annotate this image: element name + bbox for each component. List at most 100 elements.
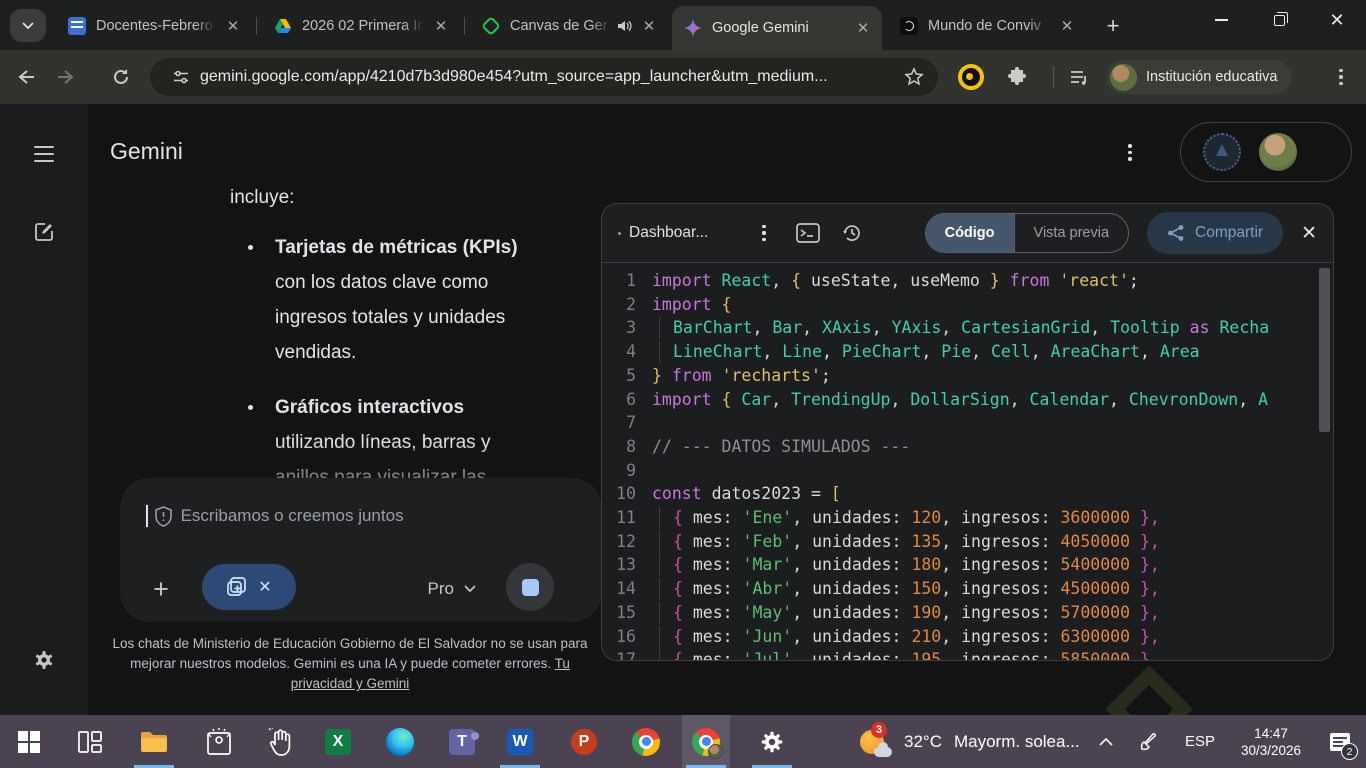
stop-generating-button[interactable] (506, 563, 554, 611)
browser-tab-strip: Docentes-Febrero ✕ 2026 02 Primera In ✕ … (0, 0, 1366, 50)
chrome-active-button[interactable] (682, 715, 730, 768)
teams-icon: T (449, 729, 475, 755)
tray-expand-button[interactable] (1086, 715, 1126, 768)
share-icon (1167, 224, 1185, 242)
powerpoint-button[interactable]: P (560, 715, 608, 768)
panel-menu-kebab-icon[interactable] (747, 216, 781, 250)
settings-button[interactable] (26, 642, 62, 678)
profile-label: Institución educativa (1146, 69, 1277, 85)
tab-google-gemini[interactable]: Google Gemini ✕ (672, 6, 882, 50)
canvas-chip-close-icon[interactable]: ✕ (258, 577, 271, 597)
gemini-menu-kebab-icon[interactable] (1128, 144, 1132, 161)
browser-menu-kebab-icon[interactable] (1328, 64, 1354, 90)
tab-close-icon[interactable]: ✕ (854, 19, 872, 37)
tab-drive-file[interactable]: 2026 02 Primera In ✕ (262, 8, 460, 44)
file-explorer-button[interactable] (130, 715, 178, 768)
new-tab-button[interactable]: + (1098, 11, 1128, 41)
prompt-input-box[interactable]: Escribamos o creemos juntos + ✕ Pro (120, 478, 602, 622)
tab-close-icon[interactable]: ✕ (640, 17, 658, 35)
tab-separator (464, 17, 465, 35)
menu-hamburger-button[interactable] (26, 136, 62, 172)
clock[interactable]: 14:47 30/3/2026 (1228, 715, 1314, 768)
bullet-text: Tarjetas de métricas (KPIs) con los dato… (275, 230, 530, 370)
settings-app-button[interactable] (748, 715, 796, 768)
adblock-extension-icon[interactable] (958, 64, 984, 90)
console-icon[interactable] (791, 216, 825, 250)
share-label: Compartir (1195, 224, 1263, 242)
weather-sun-icon: 3 (858, 726, 892, 758)
back-button[interactable] (8, 60, 42, 94)
canvas-mode-chip[interactable]: ✕ (202, 564, 296, 610)
windows-logo-icon (17, 730, 41, 754)
tab-close-icon[interactable]: ✕ (1058, 17, 1076, 35)
chrome-button[interactable] (622, 715, 670, 768)
code-line: 8// --- DATOS SIMULADOS --- (602, 435, 1333, 459)
back-arrow-icon (15, 67, 35, 87)
canvas-code-panel: Dashboar... Código Vista previa Comparti… (601, 203, 1334, 661)
canvas-document-title[interactable]: Dashboar... (629, 224, 737, 242)
window-restore-button[interactable] (1250, 0, 1308, 40)
account-chip[interactable] (1180, 122, 1352, 182)
version-history-icon[interactable] (835, 216, 869, 250)
new-chat-pencil-icon (32, 220, 56, 244)
url-bar[interactable]: gemini.google.com/app/4210d7b3d980e454?u… (150, 58, 938, 96)
tab-canvas[interactable]: Canvas de Ger ✕ (470, 8, 668, 44)
edge-button[interactable] (376, 715, 424, 768)
sandbox-app-button[interactable] (195, 715, 243, 768)
time: 14:47 (1254, 725, 1288, 742)
whiteboard-app-button[interactable] (257, 715, 305, 768)
tab-codigo[interactable]: Código (926, 214, 1014, 252)
prompt-placeholder-row: Escribamos o creemos juntos (146, 505, 404, 527)
code-editor[interactable]: 1import React, { useState, useMemo } fro… (602, 262, 1333, 660)
code-line: 5} from 'recharts'; (602, 364, 1333, 388)
prompt-placeholder: Escribamos o creemos juntos (181, 506, 404, 526)
window-controls: ✕ (1192, 0, 1366, 40)
tab-title: 2026 02 Primera In (302, 18, 424, 34)
tab-search-button[interactable] (10, 9, 46, 42)
word-button[interactable]: W (496, 715, 544, 768)
start-button[interactable] (5, 715, 53, 768)
tab-docentes-febrero[interactable]: Docentes-Febrero ✕ (56, 8, 252, 44)
temperature: 32°C (904, 732, 942, 752)
code-line: 6import { Car, TrendingUp, DollarSign, C… (602, 388, 1333, 412)
task-view-button[interactable] (66, 715, 114, 768)
tab-vista-previa[interactable]: Vista previa (1014, 214, 1129, 252)
browser-profile-chip[interactable]: Institución educativa (1106, 60, 1291, 94)
weather-badge: 3 (871, 722, 887, 738)
tab-close-icon[interactable]: ✕ (224, 17, 242, 35)
window-minimize-button[interactable] (1192, 0, 1250, 40)
weather-widget[interactable]: 3 32°C Mayorm. solea... (858, 715, 1080, 768)
panel-close-icon[interactable]: ✕ (1301, 222, 1317, 245)
excel-button[interactable]: X (314, 715, 362, 768)
add-attachment-button[interactable]: + (144, 572, 178, 606)
chevron-down-icon (464, 585, 476, 593)
teams-button[interactable]: T (438, 715, 486, 768)
extensions-puzzle-icon[interactable] (1004, 64, 1030, 90)
code-line: 1import React, { useState, useMemo } fro… (602, 269, 1333, 293)
site-info-icon[interactable] (172, 68, 190, 86)
tab-close-icon[interactable]: ✕ (432, 17, 450, 35)
action-center-button[interactable]: 2 (1314, 715, 1366, 768)
code-scrollbar-thumb[interactable] (1319, 268, 1330, 432)
media-queue-icon[interactable] (1066, 64, 1092, 90)
tab-mundo-de-convivencia[interactable]: Mundo de Conviv ✕ (888, 8, 1086, 44)
canvas-panel-header: Dashboar... Código Vista previa Comparti… (602, 204, 1333, 262)
code-line: 16{ mes: 'Jun', unidades: 210, ingresos:… (602, 625, 1333, 649)
hand-icon (268, 728, 294, 756)
pen-tray-button[interactable] (1126, 715, 1172, 768)
edge-icon (386, 728, 414, 756)
bookmark-star-icon[interactable] (904, 67, 924, 87)
window-close-button[interactable]: ✕ (1308, 0, 1366, 40)
table-app-icon (68, 17, 86, 35)
share-button[interactable]: Compartir (1147, 212, 1283, 254)
code-line: 7 (602, 411, 1333, 435)
gear-icon (32, 648, 56, 672)
tab-audio-icon[interactable] (616, 18, 632, 34)
forward-button[interactable] (50, 60, 84, 94)
model-selector[interactable]: Pro (428, 579, 476, 599)
language-indicator[interactable]: ESP (1172, 715, 1228, 768)
reload-button[interactable] (104, 60, 138, 94)
task-view-icon (77, 729, 103, 755)
new-chat-button[interactable] (26, 214, 62, 250)
weather-text: Mayorm. solea... (954, 732, 1080, 752)
